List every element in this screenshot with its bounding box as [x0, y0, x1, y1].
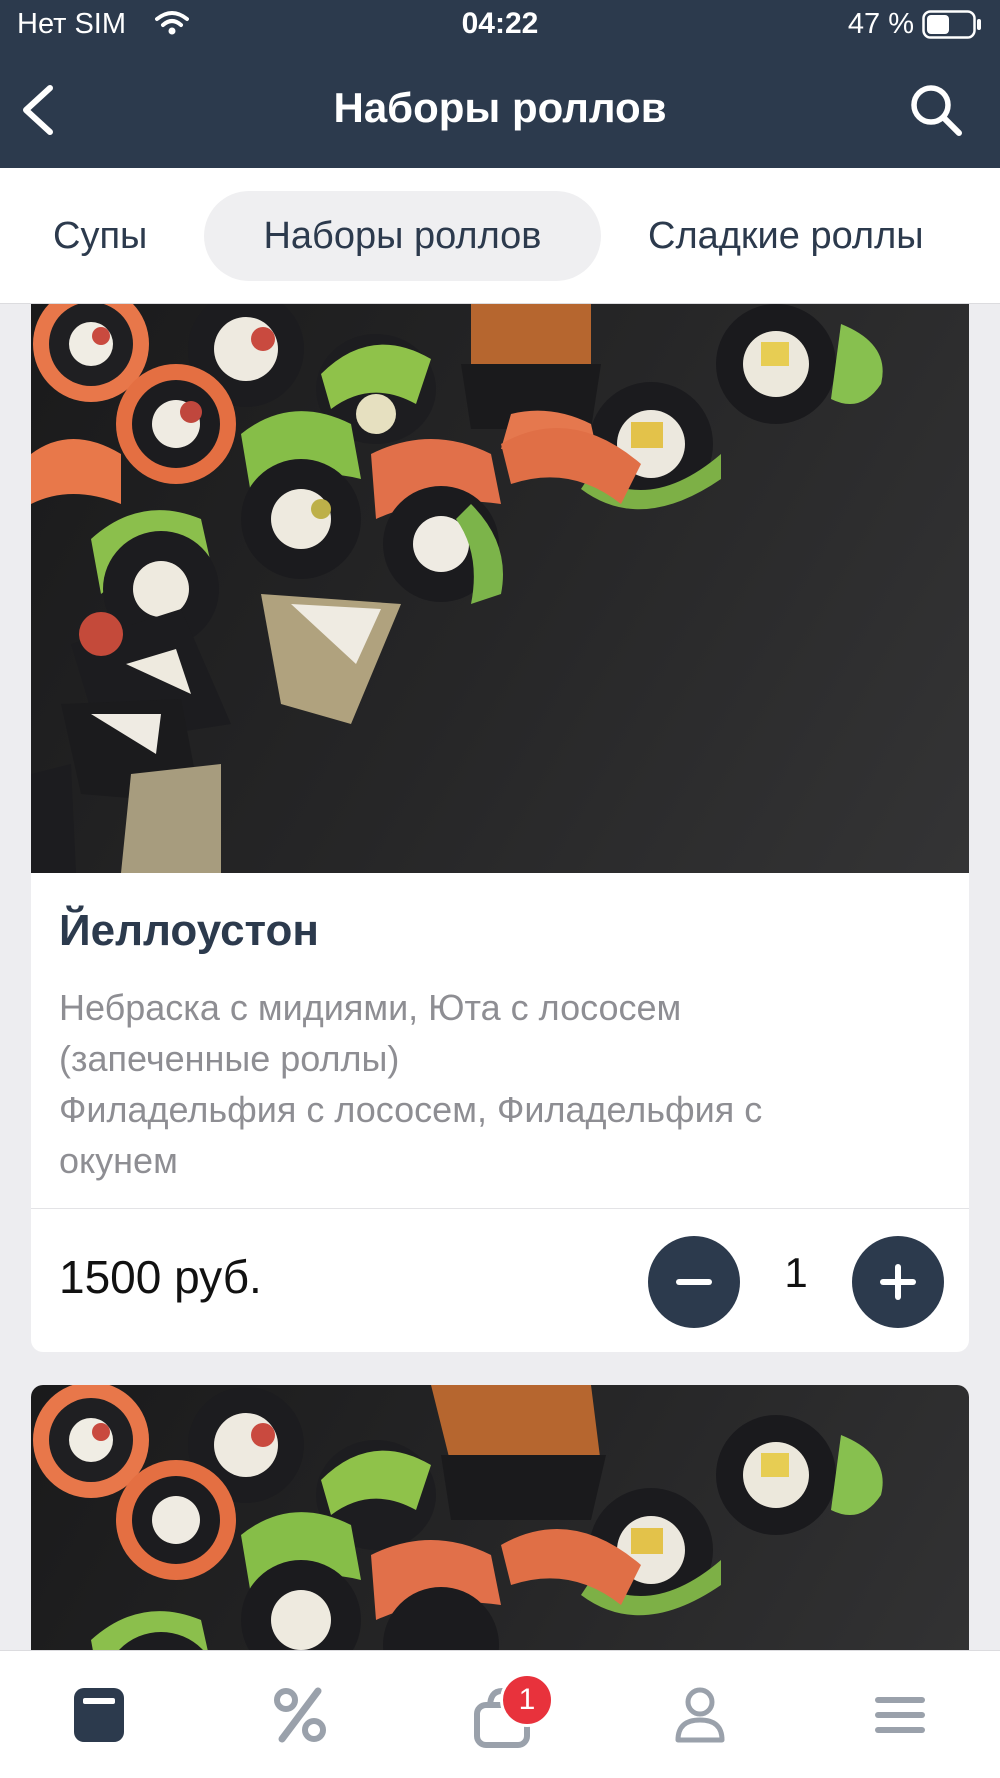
profile-icon: [675, 1687, 725, 1743]
bottom-nav-menu[interactable]: [0, 1651, 200, 1778]
cart-badge: 1: [500, 1673, 554, 1727]
product-description: Небраска с мидиями, Юта с лососем (запеч…: [59, 982, 939, 1186]
bottom-nav-more[interactable]: [800, 1651, 1000, 1778]
category-tabs: Супы Наборы роллов Сладкие роллы: [0, 168, 1000, 304]
product-photo: [31, 304, 969, 873]
decrease-quantity-button[interactable]: [648, 1236, 740, 1328]
battery-icon: [922, 10, 981, 39]
bottom-nav-cart[interactable]: 1: [400, 1651, 600, 1778]
bottom-nav-profile[interactable]: [600, 1651, 800, 1778]
tab-roll-sets[interactable]: Наборы роллов: [204, 191, 601, 281]
card-divider: [31, 1208, 969, 1209]
bottom-nav-promotions[interactable]: [200, 1651, 400, 1778]
battery-percent: 47 %: [847, 8, 914, 40]
description-line: окунем: [59, 1140, 178, 1181]
quantity-value: 1: [784, 1249, 808, 1296]
product-name[interactable]: Йеллоустон: [59, 906, 319, 956]
nav-bar: Наборы роллов: [0, 52, 1000, 168]
tab-sweet-rolls[interactable]: Сладкие роллы: [648, 191, 924, 281]
percent-icon: [274, 1687, 326, 1743]
increase-quantity-button[interactable]: [852, 1236, 944, 1328]
hamburger-menu-icon: [875, 1697, 925, 1733]
description-line: (запеченные роллы): [59, 1038, 400, 1079]
menu-catalog-icon: [74, 1688, 124, 1742]
app-header: Нет SIM 04:22 47 % Наборы роллов: [0, 0, 1000, 168]
page-title: Наборы роллов: [333, 84, 667, 131]
bottom-tab-bar: 1: [0, 1650, 1000, 1778]
tab-soups[interactable]: Супы: [53, 191, 147, 281]
sushi-set-image: [31, 304, 883, 873]
status-bar: Нет SIM 04:22 47 %: [0, 0, 1000, 52]
product-price: 1500 руб.: [59, 1251, 262, 1303]
product-card[interactable]: Йеллоустон Небраска с мидиями, Юта с лос…: [31, 304, 969, 1352]
description-line: Небраска с мидиями, Юта с лососем: [59, 987, 682, 1028]
description-line: Филадельфия с лососем, Филадельфия с: [59, 1089, 763, 1130]
search-icon[interactable]: [908, 82, 964, 138]
